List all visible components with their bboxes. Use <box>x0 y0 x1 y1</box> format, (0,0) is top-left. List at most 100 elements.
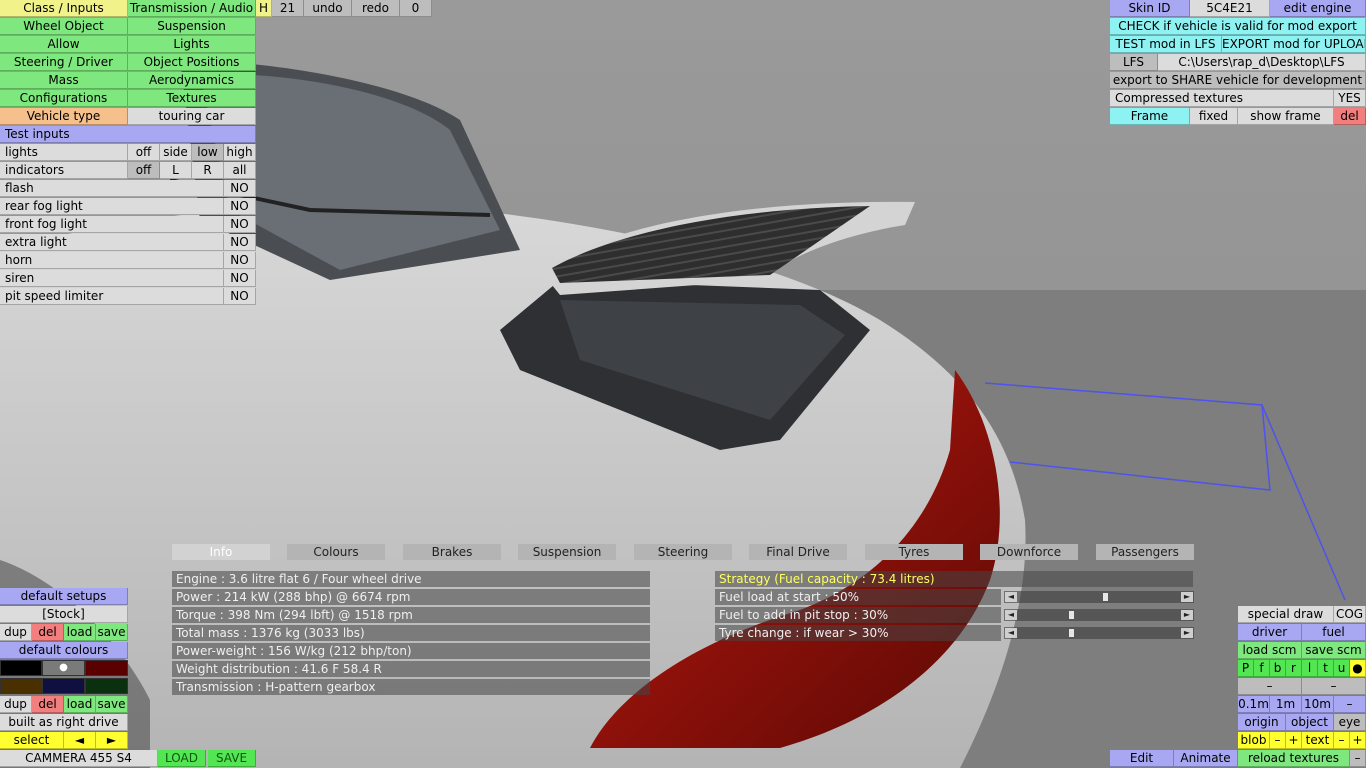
test-mod-button[interactable]: TEST mod in LFS <box>1110 36 1222 53</box>
h-button[interactable]: H <box>256 0 272 17</box>
text-button[interactable]: text <box>1302 732 1334 749</box>
edit-mode-button[interactable]: Edit <box>1110 750 1174 767</box>
tab-final-drive[interactable]: Final Drive <box>749 544 847 560</box>
colour-swatch[interactable] <box>0 660 42 676</box>
arrow-right-icon[interactable]: ► <box>1181 592 1193 602</box>
view-b-button[interactable]: b <box>1270 660 1286 677</box>
aerodynamics-tab[interactable]: Aerodynamics <box>128 72 256 89</box>
tab-colours[interactable]: Colours <box>287 544 385 560</box>
setup-load-button[interactable]: load <box>64 624 96 641</box>
allow-tab[interactable]: Allow <box>0 36 128 53</box>
colour-save-button[interactable]: save <box>96 696 128 713</box>
special-draw-button[interactable]: special draw <box>1238 606 1334 623</box>
tyre-change-slider[interactable]: ◄ ► <box>1004 627 1194 639</box>
fuel-add-slider[interactable]: ◄ ► <box>1004 609 1194 621</box>
fuel-button[interactable]: fuel <box>1302 624 1366 641</box>
export-share-button[interactable]: export to SHARE vehicle for development <box>1110 72 1366 89</box>
colour-swatch[interactable] <box>85 678 128 694</box>
colour-load-button[interactable]: load <box>64 696 96 713</box>
default-colours-button[interactable]: default colours <box>0 642 128 659</box>
colour-swatch[interactable] <box>42 678 85 694</box>
delete-frame-button[interactable]: del <box>1334 108 1366 125</box>
colour-swatch[interactable] <box>85 660 128 676</box>
colour-del-button[interactable]: del <box>32 696 64 713</box>
vehicle-type-select[interactable]: touring car <box>128 108 256 125</box>
undo-button[interactable]: undo <box>304 0 352 17</box>
view-p-button[interactable]: P <box>1238 660 1254 677</box>
tab-info[interactable]: Info <box>172 544 270 560</box>
wheel-object-tab[interactable]: Wheel Object <box>0 18 128 35</box>
test-input-toggle[interactable]: NO <box>224 252 256 269</box>
mass-tab[interactable]: Mass <box>0 72 128 89</box>
setup-name[interactable]: [Stock] <box>0 606 128 623</box>
colour-swatch[interactable] <box>0 678 42 694</box>
driver-button[interactable]: driver <box>1238 624 1302 641</box>
indicators-off-option[interactable]: off <box>128 162 160 179</box>
fuel-load-slider[interactable]: ◄ ► <box>1004 591 1194 603</box>
minus-button[interactable]: – <box>1302 678 1366 695</box>
arrow-left-icon[interactable]: ◄ <box>1005 628 1017 638</box>
test-input-toggle[interactable]: NO <box>224 216 256 233</box>
slider-knob[interactable] <box>1069 611 1074 619</box>
text-plus-button[interactable]: + <box>1350 732 1366 749</box>
arrow-right-icon[interactable]: ► <box>1181 610 1193 620</box>
test-input-toggle[interactable]: NO <box>224 270 256 287</box>
setup-dup-button[interactable]: dup <box>0 624 32 641</box>
lights-off-option[interactable]: off <box>128 144 160 161</box>
scale-10m-button[interactable]: 10m <box>1302 696 1334 713</box>
save-car-button[interactable]: SAVE <box>208 750 256 767</box>
tab-suspension[interactable]: Suspension <box>518 544 616 560</box>
skin-id-field[interactable]: 5C4E21 <box>1190 0 1270 17</box>
text-minus-button[interactable]: – <box>1334 732 1350 749</box>
eye-button[interactable]: eye <box>1334 714 1366 731</box>
frame-button[interactable]: Frame <box>1110 108 1190 125</box>
arrow-left-icon[interactable]: ◄ <box>1005 610 1017 620</box>
indicators-right-option[interactable]: R <box>192 162 224 179</box>
lights-high-option[interactable]: high <box>224 144 256 161</box>
configurations-tab[interactable]: Configurations <box>0 90 128 107</box>
arrow-left-icon[interactable]: ◄ <box>1005 592 1017 602</box>
view-u-button[interactable]: u <box>1334 660 1350 677</box>
default-setups-button[interactable]: default setups <box>0 588 128 605</box>
scale-1m-button[interactable]: 1m <box>1270 696 1302 713</box>
lights-low-option[interactable]: low <box>192 144 224 161</box>
fixed-button[interactable]: fixed <box>1190 108 1238 125</box>
tab-steering[interactable]: Steering <box>634 544 732 560</box>
view-r-button[interactable]: r <box>1286 660 1302 677</box>
class-inputs-tab[interactable]: Class / Inputs <box>0 0 128 17</box>
indicators-left-option[interactable]: L <box>160 162 192 179</box>
built-as-right-drive-toggle[interactable]: built as right drive <box>0 714 128 731</box>
tab-downforce[interactable]: Downforce <box>980 544 1078 560</box>
test-input-toggle[interactable]: NO <box>224 288 256 305</box>
slider-knob[interactable] <box>1069 629 1074 637</box>
next-arrow-icon[interactable]: ► <box>96 732 128 749</box>
blob-plus-button[interactable]: + <box>1286 732 1302 749</box>
load-scm-button[interactable]: load scm <box>1238 642 1302 659</box>
check-valid-button[interactable]: CHECK if vehicle is valid for mod export <box>1110 18 1366 35</box>
export-mod-button[interactable]: EXPORT mod for UPLOAD <box>1222 36 1366 53</box>
blob-button[interactable]: blob <box>1238 732 1270 749</box>
load-car-button[interactable]: LOAD <box>158 750 206 767</box>
tab-passengers[interactable]: Passengers <box>1096 544 1194 560</box>
edit-engine-button[interactable]: edit engine <box>1270 0 1366 17</box>
minus-button[interactable]: – <box>1350 750 1366 767</box>
view-t-button[interactable]: t <box>1318 660 1334 677</box>
animate-mode-button[interactable]: Animate <box>1174 750 1238 767</box>
test-input-toggle[interactable]: NO <box>224 234 256 251</box>
tab-brakes[interactable]: Brakes <box>403 544 501 560</box>
save-scm-button[interactable]: save scm <box>1302 642 1366 659</box>
dot-icon[interactable]: ● <box>1350 660 1366 677</box>
setup-del-button[interactable]: del <box>32 624 64 641</box>
suspension-tab[interactable]: Suspension <box>128 18 256 35</box>
show-frame-button[interactable]: show frame <box>1238 108 1334 125</box>
steering-driver-tab[interactable]: Steering / Driver <box>0 54 128 71</box>
cog-button[interactable]: COG <box>1334 606 1366 623</box>
view-f-button[interactable]: f <box>1254 660 1270 677</box>
minus-button[interactable]: – <box>1238 678 1302 695</box>
prev-arrow-icon[interactable]: ◄ <box>64 732 96 749</box>
blob-minus-button[interactable]: – <box>1270 732 1286 749</box>
tab-tyres[interactable]: Tyres <box>865 544 963 560</box>
scale-0-1m-button[interactable]: 0.1m <box>1238 696 1270 713</box>
reload-textures-button[interactable]: reload textures <box>1238 750 1350 767</box>
transmission-audio-tab[interactable]: Transmission / Audio <box>128 0 256 17</box>
